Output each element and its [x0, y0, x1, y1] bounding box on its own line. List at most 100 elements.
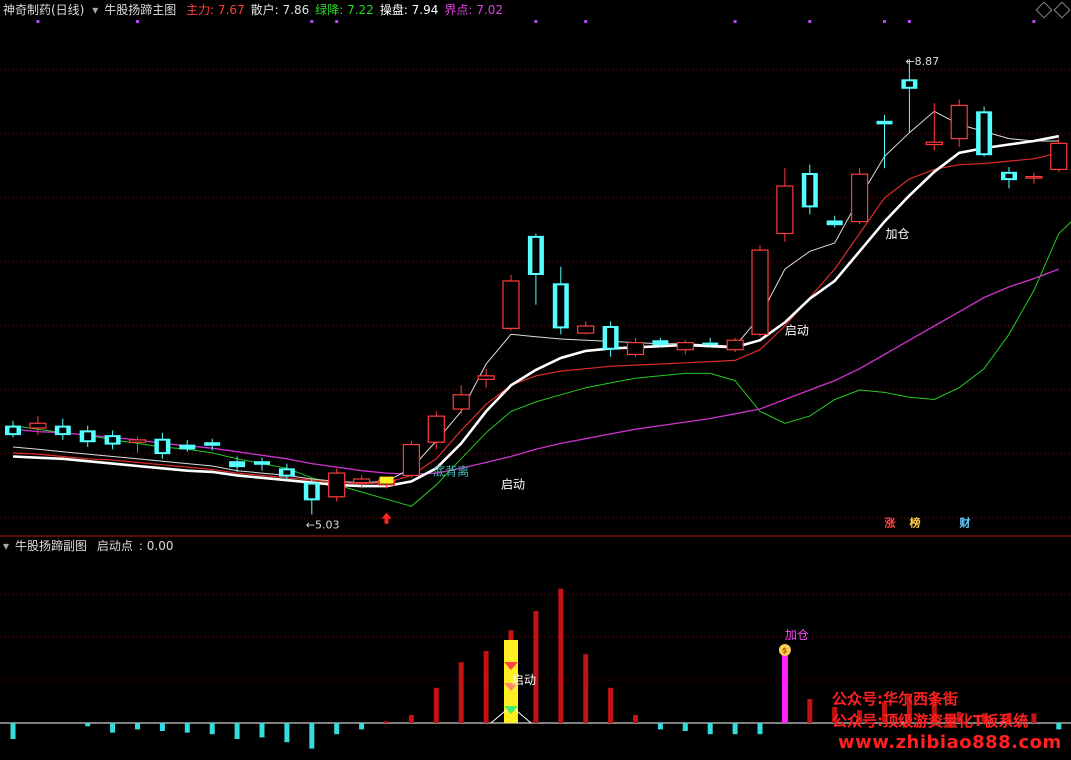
candle-body	[328, 472, 346, 498]
candle	[976, 106, 993, 157]
top-marker	[733, 20, 737, 23]
histogram-bar	[807, 699, 813, 723]
candle	[626, 337, 645, 357]
histogram-bar	[633, 715, 638, 723]
candle	[427, 411, 445, 450]
start-label: 启动	[785, 323, 809, 337]
sub-chart-header: ▾ 牛股扬蹄副图 启动点: 0.00	[0, 536, 1071, 556]
histogram-bar	[433, 687, 439, 723]
candle	[577, 321, 595, 335]
histogram-bar	[1056, 723, 1062, 730]
histogram-bar	[732, 723, 738, 735]
watermark-line-1: 公众号:华尔西条街	[832, 690, 958, 708]
badge: 涨	[885, 515, 896, 529]
candle	[303, 479, 320, 515]
candle	[477, 368, 495, 388]
money-bag-symbol: $	[782, 646, 788, 655]
histogram-bar	[483, 651, 489, 723]
stock-chart-window: 神奇制药(日线) ▾ 牛股扬蹄主图 主力: 7.67 散户: 7.86 绿降: 7.2…	[0, 0, 1071, 760]
candle-body	[676, 342, 694, 351]
candle	[751, 245, 769, 337]
histogram-bar	[359, 723, 365, 730]
candle	[1025, 173, 1043, 184]
candle-body	[254, 461, 270, 465]
histogram-bar	[234, 723, 240, 739]
add-position-bar	[781, 654, 788, 723]
candle-body	[452, 394, 470, 410]
candle	[876, 114, 893, 169]
candle	[402, 441, 420, 478]
candle	[54, 418, 71, 440]
histogram-bar	[10, 723, 16, 739]
candle-body	[402, 444, 420, 477]
candle	[254, 457, 270, 471]
candle	[726, 337, 744, 353]
candle-body-inner	[557, 285, 565, 327]
sub-indicator-name[interactable]: 牛股扬蹄副图	[15, 539, 87, 553]
histogram-bar	[558, 588, 564, 723]
candle-body-inner	[607, 328, 615, 348]
candle-body	[876, 120, 893, 125]
candle-body	[751, 249, 769, 335]
candle	[950, 99, 968, 147]
badge: 榜	[910, 515, 921, 529]
top-marker	[907, 20, 911, 23]
sub-start-label: 启动	[512, 673, 536, 687]
candle	[801, 164, 818, 215]
candle	[527, 233, 544, 305]
sub-value-label: 启动点	[96, 539, 133, 553]
candle-body-inner	[905, 81, 913, 87]
histogram-bar	[458, 662, 464, 723]
low-price-label: ←5.03	[306, 519, 340, 532]
top-marker	[136, 20, 139, 23]
sub-value-number: 0.00	[146, 539, 174, 553]
histogram-bar	[309, 723, 315, 749]
candle-body-inner	[109, 437, 117, 443]
signal-marker	[379, 476, 394, 484]
histogram-bar	[384, 721, 389, 723]
start-label: 启动	[501, 477, 525, 491]
histogram-bar	[259, 723, 265, 738]
top-marker	[335, 20, 339, 23]
candle-body	[726, 339, 744, 351]
candle	[1050, 138, 1068, 172]
candle-body	[702, 342, 719, 345]
candle	[925, 103, 943, 151]
candle	[1001, 167, 1017, 189]
candle	[901, 59, 918, 133]
top-marker	[310, 20, 314, 23]
histogram-bar	[657, 723, 663, 730]
candle-body-inner	[9, 427, 17, 434]
top-marker	[36, 20, 40, 23]
histogram-bar	[533, 611, 539, 723]
buy-arrow-icon	[381, 512, 392, 524]
watermark-line-3: www.zhibiao888.com	[838, 732, 1062, 753]
candle	[79, 425, 96, 447]
candle-body	[353, 478, 371, 484]
main-chart: ←8.87←5.03底背离启动启动加仓涨榜财	[0, 20, 1071, 537]
candle	[5, 420, 21, 438]
candle	[602, 321, 619, 357]
sub-indicator-value: 启动点: 0.00	[96, 539, 174, 553]
histogram-bar	[608, 687, 614, 723]
candle-body	[776, 185, 794, 235]
candle-body	[626, 342, 645, 356]
candle-body-inner	[806, 175, 814, 206]
top-marker	[584, 20, 588, 23]
collapse-icon[interactable]: ▾	[3, 539, 9, 553]
histogram-bar	[757, 723, 763, 735]
candle	[776, 168, 794, 242]
histogram-bar	[1031, 713, 1037, 723]
candle	[850, 168, 869, 224]
histogram-bar	[583, 654, 589, 723]
candle-body	[1050, 142, 1068, 171]
histogram-bar	[284, 723, 290, 743]
candle-body	[850, 173, 869, 223]
watermark-line-2: 公众号:顶级游资量化T板系统	[832, 712, 1029, 730]
high-price-label: ←8.87	[905, 55, 939, 68]
candle-body	[925, 141, 943, 146]
histogram-bar	[85, 723, 91, 727]
bottom-divergence-label: 底背离	[433, 463, 469, 478]
candle-body	[179, 444, 196, 450]
candle	[676, 340, 694, 355]
